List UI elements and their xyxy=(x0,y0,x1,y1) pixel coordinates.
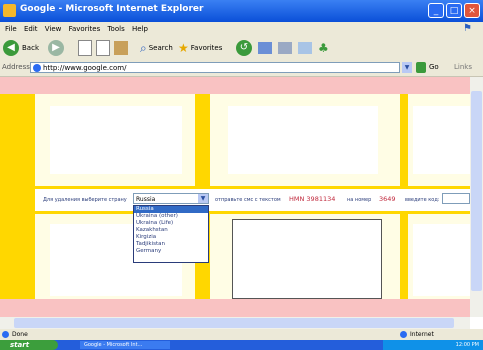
ad-image-placeholder xyxy=(232,219,382,299)
history-icon: ↺ xyxy=(236,40,252,56)
country-selected-value: Russia xyxy=(136,196,156,203)
stop-button[interactable] xyxy=(78,39,92,57)
windows-flag-icon: ⚑ xyxy=(463,23,477,35)
go-label[interactable]: Go xyxy=(429,63,439,71)
back-label: Back xyxy=(22,44,39,52)
minimize-button[interactable]: _ xyxy=(428,3,444,18)
menu-tools[interactable]: Tools xyxy=(107,22,124,36)
menu-view[interactable]: View xyxy=(45,22,62,36)
ad-panel xyxy=(210,214,400,299)
links-label[interactable]: Links xyxy=(454,63,472,71)
start-label: start xyxy=(10,341,30,349)
ie-logo-icon xyxy=(3,4,16,17)
toolbar: ◀ Back ▶ ⌕ Search ★ Favorites ↺ ♣ xyxy=(0,36,483,60)
unlock-form: Для удаления выберите страну Russia ▼ от… xyxy=(35,189,470,211)
mail-button[interactable] xyxy=(258,39,272,57)
go-arrow-icon[interactable] xyxy=(416,62,426,73)
number-label: на номер xyxy=(347,197,372,203)
mail-icon xyxy=(258,42,272,54)
edit-icon xyxy=(298,42,312,54)
country-options-list: Russia Ukraina (other) Ukraina (Life) Ka… xyxy=(133,205,209,263)
ad-image-placeholder xyxy=(228,106,378,174)
address-input[interactable]: http://www.google.com/ xyxy=(30,62,400,73)
refresh-icon xyxy=(96,40,110,56)
close-button[interactable]: × xyxy=(464,3,480,18)
country-select[interactable]: Russia ▼ xyxy=(133,193,209,204)
search-button[interactable]: ⌕ Search xyxy=(140,39,173,57)
menu-file[interactable]: File xyxy=(5,22,17,36)
address-value: http://www.google.com/ xyxy=(43,64,127,72)
stop-icon xyxy=(78,40,92,56)
vertical-scrollbar[interactable] xyxy=(470,77,483,317)
search-label: Search xyxy=(148,44,173,52)
menu-favorites[interactable]: Favorites xyxy=(69,22,101,36)
back-button[interactable]: ◀ Back xyxy=(3,39,39,57)
page-icon xyxy=(33,64,41,72)
menu-help[interactable]: Help xyxy=(132,22,148,36)
messenger-icon: ♣ xyxy=(318,41,329,55)
country-option[interactable]: Kazakhstan xyxy=(134,227,208,234)
country-option[interactable]: Germany xyxy=(134,248,208,255)
country-option[interactable]: Ukraina (other) xyxy=(134,213,208,220)
taskbar-item-label: Google - Microsoft Int... xyxy=(84,342,143,348)
country-option[interactable]: Kirgizia xyxy=(134,234,208,241)
page-status-icon xyxy=(2,331,9,338)
search-icon: ⌕ xyxy=(140,40,147,55)
address-dropdown-icon[interactable]: ▼ xyxy=(402,62,412,73)
title-bar: Google - Microsoft Internet Explorer _ □… xyxy=(0,0,483,22)
forward-button[interactable]: ▶ xyxy=(48,39,64,57)
vertical-scroll-thumb[interactable] xyxy=(471,91,482,291)
zone-text: Internet xyxy=(410,331,434,338)
ad-panel xyxy=(35,94,195,186)
history-button[interactable]: ↺ xyxy=(236,39,252,57)
menu-edit[interactable]: Edit xyxy=(24,22,38,36)
menu-bar: File Edit View Favorites Tools Help ⚑ xyxy=(0,22,483,36)
ad-image-placeholder xyxy=(50,106,182,174)
page-bottom-band xyxy=(0,299,470,317)
chevron-down-icon[interactable]: ▼ xyxy=(198,194,208,203)
home-button[interactable] xyxy=(114,39,128,57)
print-button[interactable] xyxy=(278,39,292,57)
country-option[interactable]: Russia xyxy=(134,206,208,213)
print-icon xyxy=(278,42,292,54)
ad-image-placeholder xyxy=(413,224,470,296)
refresh-button[interactable] xyxy=(96,39,110,57)
ad-panel xyxy=(210,94,400,186)
internet-zone-icon xyxy=(400,331,407,338)
taskbar-item-ie[interactable]: Google - Microsoft Int... xyxy=(80,341,170,349)
favorites-label: Favorites xyxy=(190,44,223,52)
maximize-button[interactable]: □ xyxy=(446,3,462,18)
status-text: Done xyxy=(12,331,28,338)
code-input[interactable] xyxy=(442,193,470,204)
page-content: Для удаления выберите страну Russia ▼ от… xyxy=(0,77,470,317)
edit-button[interactable] xyxy=(298,39,312,57)
address-label: Address xyxy=(2,63,30,71)
page-top-band xyxy=(0,77,470,94)
start-button[interactable]: start xyxy=(0,340,58,350)
horizontal-scroll-thumb[interactable] xyxy=(14,318,454,328)
country-label: Для удаления выберите страну xyxy=(43,197,127,203)
taskbar: start Google - Microsoft Int... 12:00 PM xyxy=(0,340,483,350)
home-icon xyxy=(114,41,128,55)
favorites-star-icon: ★ xyxy=(178,41,189,55)
back-arrow-icon: ◀ xyxy=(3,40,19,56)
messenger-button[interactable]: ♣ xyxy=(318,39,329,57)
ad-panel xyxy=(408,214,470,299)
clock: 12:00 PM xyxy=(455,342,479,348)
country-option[interactable]: Tadjikistan xyxy=(134,241,208,248)
sms-number: 3649 xyxy=(379,195,396,203)
send-sms-label: отправьте смс с текстом xyxy=(215,197,281,203)
code-label: введите код: xyxy=(405,197,440,203)
forward-arrow-icon: ▶ xyxy=(48,40,64,56)
ad-image-placeholder xyxy=(413,106,470,174)
favorites-button[interactable]: ★ Favorites xyxy=(178,39,222,57)
horizontal-scrollbar[interactable] xyxy=(0,317,470,329)
country-option[interactable]: Ukraina (Life) xyxy=(134,220,208,227)
sms-code: HMN 3981134 xyxy=(289,195,336,203)
address-bar: Address http://www.google.com/ ▼ Go Link… xyxy=(0,60,483,77)
system-tray: 12:00 PM xyxy=(383,340,483,350)
ad-panel xyxy=(408,94,470,186)
window-title: Google - Microsoft Internet Explorer xyxy=(20,4,204,14)
status-bar: Done Internet xyxy=(0,329,483,340)
